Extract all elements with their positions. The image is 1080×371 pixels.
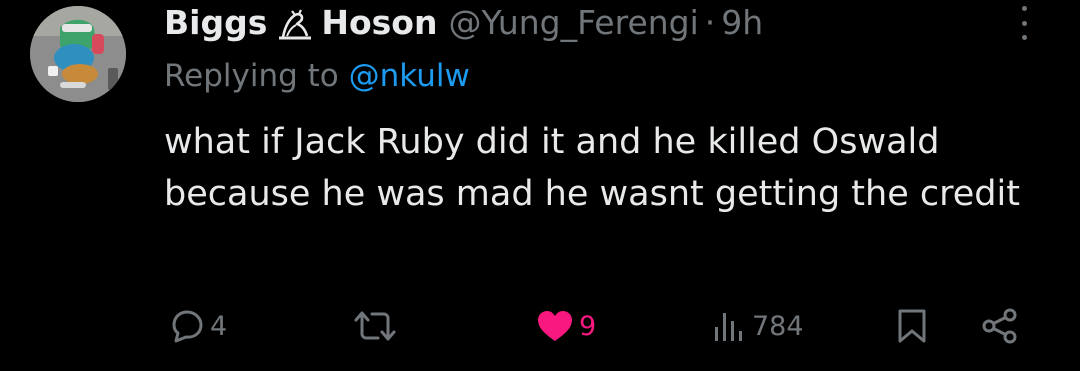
user-handle[interactable]: @Yung_Ferengi <box>448 0 698 46</box>
views-count: 784 <box>752 310 804 342</box>
separator-dot: · <box>704 3 716 42</box>
avatar[interactable] <box>30 6 126 102</box>
share-button[interactable] <box>980 300 1020 352</box>
replying-to-label: Replying to <box>164 58 349 94</box>
views-button[interactable]: 784 <box>712 300 804 352</box>
tweet-header: Biggs Hoson @Yung_Ferengi · 9h <box>164 0 763 46</box>
share-icon <box>980 307 1020 345</box>
like-button[interactable]: 9 <box>535 300 596 352</box>
replying-to: Replying to @nkulw <box>164 54 470 98</box>
owl-icon <box>275 7 315 40</box>
reply-icon <box>168 308 206 344</box>
retweet-button[interactable] <box>352 300 402 352</box>
more-vertical-icon[interactable] <box>1014 6 1034 40</box>
heart-icon <box>535 308 575 344</box>
retweet-icon <box>352 308 398 344</box>
display-name-first[interactable]: Biggs <box>164 0 267 46</box>
reply-count: 4 <box>210 310 228 342</box>
like-count: 9 <box>579 310 597 342</box>
replying-to-mention[interactable]: @nkulw <box>349 58 470 94</box>
action-bar: 4 9 784 <box>0 300 1080 352</box>
display-name[interactable]: Biggs Hoson <box>164 0 437 46</box>
display-name-last[interactable]: Hoson <box>321 0 437 46</box>
reply-button[interactable]: 4 <box>168 300 227 352</box>
timestamp[interactable]: 9h <box>721 0 763 46</box>
views-icon <box>712 309 748 343</box>
bookmark-icon <box>895 307 929 345</box>
tweet-text: what if Jack Ruby did it and he killed O… <box>164 122 1020 214</box>
tweet[interactable]: Biggs Hoson @Yung_Ferengi · 9h Replying … <box>0 0 1080 371</box>
bookmark-button[interactable] <box>895 300 929 352</box>
